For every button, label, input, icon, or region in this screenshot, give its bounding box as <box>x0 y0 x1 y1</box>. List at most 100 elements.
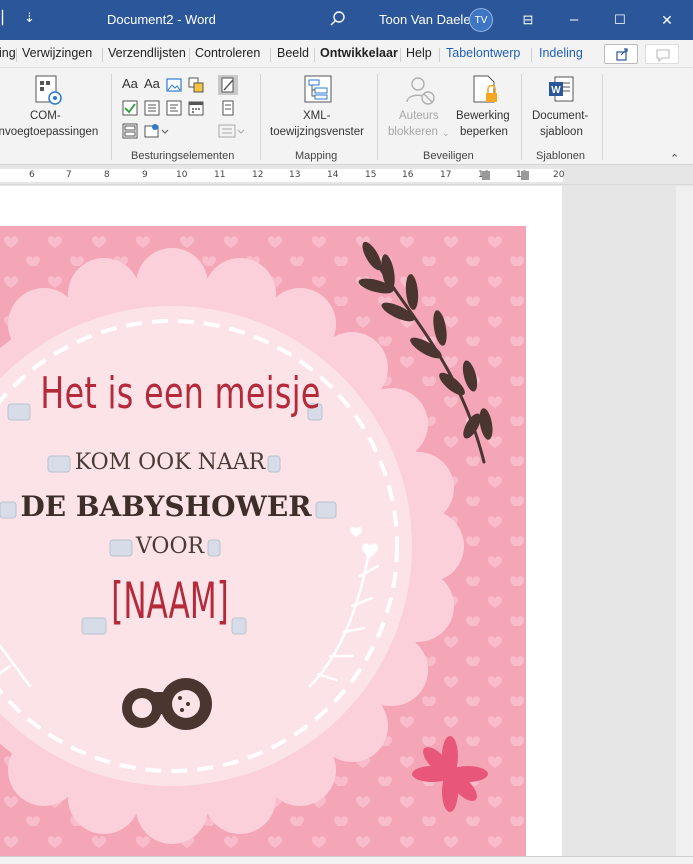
title-bar: ▏ ⇣ Document2 - Word Toon Van Daele TV ⊟… <box>0 0 693 40</box>
tab-layout[interactable]: ing <box>0 46 16 60</box>
design-mode-icon[interactable] <box>218 75 238 95</box>
ruler-number: 16 <box>402 170 414 180</box>
building-block-gallery-icon[interactable] <box>188 77 204 93</box>
ruler-number: 10 <box>176 170 188 180</box>
maximize-button[interactable]: ☐ <box>608 8 632 32</box>
svg-text:W: W <box>551 85 561 96</box>
tab-separator <box>400 48 401 62</box>
tab-mailings[interactable]: Verzendlijsten <box>108 46 188 60</box>
vertical-scrollbar[interactable] <box>676 186 693 856</box>
check-box-content-control-icon[interactable] <box>122 100 138 116</box>
ruler-number: 12 <box>252 170 264 180</box>
tab-table-layout[interactable]: Indeling <box>539 46 583 60</box>
com-addins-label-1[interactable]: COM- <box>30 108 61 124</box>
restrict-editing-label-1[interactable]: Bewerking <box>456 108 510 124</box>
document-template-label-1[interactable]: Document- <box>532 108 588 124</box>
ruler-number: 11 <box>214 170 226 180</box>
tab-separator <box>531 48 532 62</box>
repeating-section-content-control-icon[interactable] <box>122 123 138 139</box>
collapse-ribbon-icon[interactable]: ⌃ <box>670 152 679 165</box>
group-separator <box>377 74 378 160</box>
close-button[interactable]: ✕ <box>655 8 679 32</box>
com-addins-icon[interactable] <box>34 74 64 106</box>
card-artwork <box>0 226 526 856</box>
date-picker-content-control-icon[interactable] <box>188 100 204 116</box>
ruler-number: 8 <box>104 170 110 180</box>
properties-icon[interactable] <box>220 100 236 116</box>
card-line-2[interactable]: DE BABYSHOWER <box>0 490 332 523</box>
com-addins-label-2[interactable]: invoegtoepassingen <box>0 124 98 140</box>
ribbon: COM- invoegtoepassingen Aa Aa Besturings… <box>0 68 693 165</box>
ruler-number: 7 <box>66 170 72 180</box>
ruler-number: 13 <box>289 170 301 180</box>
table-column-marker-icon[interactable] <box>519 169 531 182</box>
xml-mapping-pane-icon[interactable] <box>303 74 333 106</box>
ruler-number: 9 <box>142 170 148 180</box>
ruler-number: 14 <box>327 170 339 180</box>
group-separator <box>111 74 112 160</box>
xml-mapping-label-2[interactable]: toewijzingsvenster <box>270 124 364 140</box>
tab-references[interactable]: Verwijzingen <box>22 46 92 60</box>
combo-box-content-control-icon[interactable] <box>144 100 160 116</box>
rich-text-content-control-icon[interactable]: Aa <box>122 76 138 92</box>
tab-separator <box>270 48 271 62</box>
restrict-editing-label-2[interactable]: beperken <box>460 124 508 140</box>
share-button[interactable] <box>604 44 638 64</box>
group-separator <box>260 74 261 160</box>
ruler-number: 15 <box>365 170 377 180</box>
group-separator <box>602 74 603 160</box>
customize-quick-access-icon[interactable]: ⇣ <box>24 10 35 26</box>
mapping-group-label: Mapping <box>295 150 338 162</box>
minimize-button[interactable]: – <box>562 8 586 32</box>
document-page[interactable]: Het is een meisje KOM OOK NAAR DE BABYSH… <box>0 186 562 856</box>
tab-help[interactable]: Help <box>406 46 432 60</box>
babyshower-card: Het is een meisje KOM OOK NAAR DE BABYSH… <box>0 226 526 856</box>
tab-developer[interactable]: Ontwikkelaar <box>320 46 398 60</box>
card-line-1[interactable]: KOM OOK NAAR <box>60 450 280 475</box>
quick-access-edge-icon[interactable]: ▏ <box>2 10 12 26</box>
group-separator <box>521 74 522 160</box>
plain-text-content-control-icon[interactable]: Aa <box>144 76 160 92</box>
picture-content-control-icon[interactable] <box>166 77 182 93</box>
card-line-3[interactable]: VOOR <box>120 534 220 559</box>
word-template-icon[interactable]: W <box>547 74 577 106</box>
document-area: Het is een meisje KOM OOK NAAR DE BABYSH… <box>0 186 693 856</box>
search-icon[interactable] <box>329 10 347 28</box>
group-icon[interactable] <box>218 123 246 139</box>
drop-down-list-content-control-icon[interactable] <box>166 100 182 116</box>
avatar[interactable]: TV <box>469 8 493 32</box>
tab-view[interactable]: Beeld <box>277 46 309 60</box>
status-bar <box>0 856 693 864</box>
document-title: Document2 - Word <box>107 12 216 27</box>
comments-button[interactable] <box>645 44 679 64</box>
tab-table-design[interactable]: Tabelontwerp <box>446 46 520 60</box>
tab-separator <box>102 48 103 62</box>
restrict-editing-icon[interactable] <box>471 74 501 106</box>
tab-separator <box>314 48 315 62</box>
block-authors-label-1: Auteurs <box>399 110 439 122</box>
controls-group-label: Besturingselementen <box>131 150 235 162</box>
legacy-tools-icon[interactable] <box>144 123 170 139</box>
share-icon <box>616 48 628 61</box>
comment-icon <box>656 49 670 63</box>
ribbon-display-options-icon[interactable]: ⊟ <box>516 8 540 32</box>
templates-group-label: Sjablonen <box>536 150 585 162</box>
ruler-number: 17 <box>440 170 452 180</box>
tab-separator <box>16 48 17 62</box>
card-headline[interactable]: Het is een meisje <box>40 368 320 419</box>
horizontal-ruler[interactable]: 6 7 8 9 10 11 12 13 14 15 16 17 18 19 20 <box>0 166 693 185</box>
card-name-placeholder[interactable]: [NAAM] <box>96 572 245 630</box>
tab-review[interactable]: Controleren <box>195 46 260 60</box>
table-column-marker-icon[interactable] <box>480 169 492 182</box>
tab-separator <box>439 48 440 62</box>
protect-group-label: Beveiligen <box>423 150 474 162</box>
user-name[interactable]: Toon Van Daele <box>379 12 471 27</box>
document-template-label-2[interactable]: sjabloon <box>540 124 583 140</box>
xml-mapping-label-1[interactable]: XML- <box>303 108 330 124</box>
block-authors-icon <box>406 77 435 105</box>
tab-separator <box>189 48 190 62</box>
ribbon-tabs: ing Verwijzingen Verzendlijsten Controle… <box>0 40 693 68</box>
block-authors-label-2: blokkeren <box>388 126 438 138</box>
ruler-number: 6 <box>29 170 35 180</box>
block-authors-chevron-icon: ⌄ <box>442 128 450 138</box>
